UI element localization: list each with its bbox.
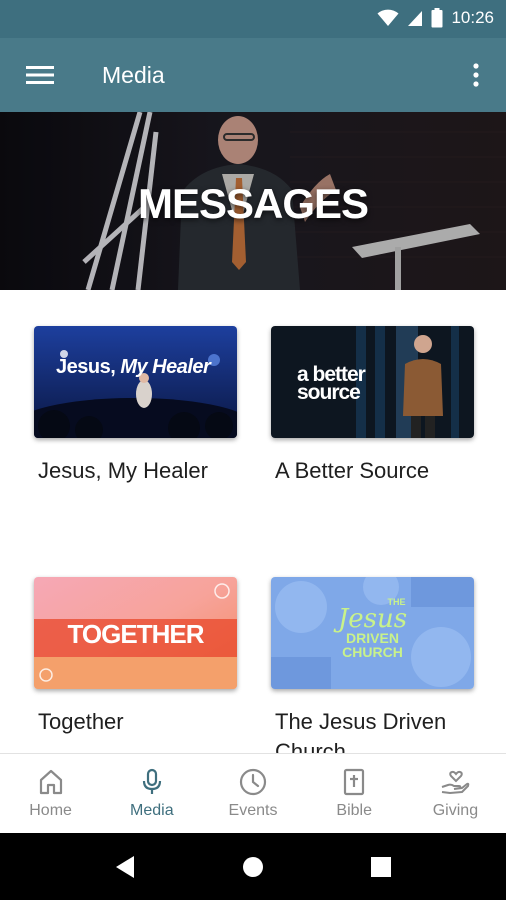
- status-icons: 10:26: [377, 8, 494, 28]
- bible-icon: [344, 768, 365, 796]
- thumbnail-caption: TOGETHER: [67, 619, 205, 649]
- nav-item-media[interactable]: Media: [101, 754, 202, 833]
- nav-label: Media: [130, 802, 174, 819]
- battery-icon: [431, 8, 443, 28]
- thumbnail-caption: a better source: [297, 363, 366, 404]
- bottom-navigation: Home Media Events Bible Giving: [0, 753, 506, 833]
- home-icon: [39, 769, 62, 795]
- home-circle-icon[interactable]: [242, 855, 264, 879]
- back-icon[interactable]: [114, 855, 136, 879]
- recents-icon[interactable]: [370, 855, 392, 879]
- more-vert-icon: [473, 63, 479, 87]
- signal-icon: [408, 11, 423, 26]
- series-grid: Jesus, My Healer Jesus, My Healer a bett…: [0, 290, 506, 753]
- menu-button[interactable]: [22, 60, 58, 90]
- series-card-together[interactable]: TOGETHER Together: [34, 577, 237, 737]
- nav-label: Giving: [432, 802, 479, 819]
- nav-label: Home: [29, 802, 72, 819]
- wifi-icon: [377, 9, 399, 26]
- series-title: The Jesus Driven Church: [275, 709, 447, 753]
- series-card-jesus-driven-church[interactable]: THE Jesus DRIVEN CHURCH The Jesus Driven…: [271, 577, 474, 753]
- app-bar: Media: [0, 38, 506, 112]
- nav-item-home[interactable]: Home: [0, 754, 101, 833]
- series-thumbnail[interactable]: THE Jesus DRIVEN CHURCH: [271, 577, 474, 689]
- nav-label: Events: [228, 802, 278, 819]
- status-bar: 10:26: [0, 0, 506, 38]
- series-title: Together: [38, 709, 124, 734]
- nav-item-bible[interactable]: Bible: [304, 754, 405, 833]
- page-title: Media: [102, 62, 165, 88]
- clock-icon: [239, 768, 267, 796]
- status-time: 10:26: [451, 8, 494, 27]
- thumbnail-caption: THE Jesus DRIVEN CHURCH: [337, 597, 408, 660]
- giving-icon: [442, 770, 470, 794]
- banner-title: MESSAGES: [137, 180, 369, 227]
- series-thumbnail[interactable]: Jesus, My Healer: [34, 326, 237, 438]
- thumbnail-caption: Jesus, My Healer: [56, 356, 211, 378]
- system-navigation-bar: [0, 833, 506, 900]
- hamburger-icon: [26, 66, 54, 84]
- series-thumbnail[interactable]: a better source: [271, 326, 474, 438]
- series-card-jesus-my-healer[interactable]: Jesus, My Healer Jesus, My Healer: [34, 326, 237, 486]
- thumbnail-art: [34, 326, 237, 438]
- nav-item-giving[interactable]: Giving: [405, 754, 506, 833]
- series-card-a-better-source[interactable]: a better source A Better Source: [271, 326, 474, 486]
- overflow-menu-button[interactable]: [464, 60, 488, 90]
- messages-banner[interactable]: MESSAGES: [0, 112, 506, 290]
- nav-item-events[interactable]: Events: [202, 754, 303, 833]
- series-title: Jesus, My Healer: [38, 458, 208, 483]
- nav-label: Bible: [336, 802, 372, 819]
- microphone-icon: [142, 768, 161, 794]
- series-thumbnail[interactable]: TOGETHER: [34, 577, 237, 689]
- series-title: A Better Source: [275, 458, 430, 483]
